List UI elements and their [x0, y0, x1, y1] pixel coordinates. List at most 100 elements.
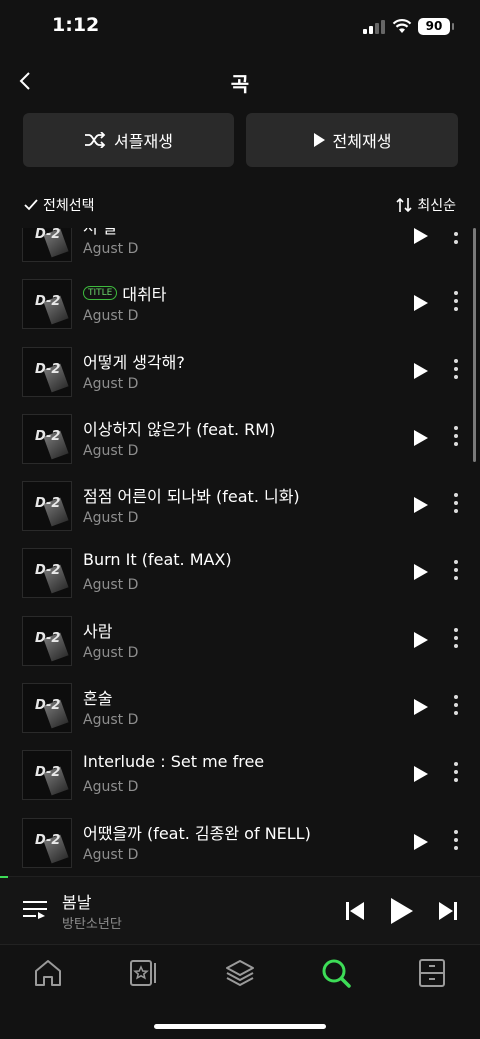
list-controls: 전체선택 최신순: [0, 195, 480, 219]
track-artist: Agust D: [83, 846, 139, 863]
track-title: 어떻게 생각해?: [83, 352, 185, 372]
track-artist: Agust D: [83, 241, 139, 257]
track-row[interactable]: D-2 사람 Agust D: [0, 610, 480, 677]
track-title-row: 혼술: [83, 685, 112, 709]
sort-label: 최신순: [417, 198, 456, 214]
play-all-button[interactable]: 전체재생: [246, 113, 458, 167]
track-title: 사람: [83, 621, 113, 641]
track-artist: Agust D: [83, 577, 139, 594]
sort-button[interactable]: 최신순: [396, 195, 456, 215]
album-art: D-2: [22, 615, 72, 666]
select-all-button[interactable]: 전체선택: [24, 195, 95, 215]
track-title-row: 어떻게 생각해?: [83, 349, 185, 373]
play-icon[interactable]: [413, 362, 429, 380]
layers-icon[interactable]: [224, 957, 256, 989]
track-row[interactable]: D-2 어떻게 생각해? Agust D: [0, 341, 480, 408]
play-icon[interactable]: [413, 563, 429, 581]
play-all-label: 전체재생: [332, 132, 392, 151]
album-art: D-2: [22, 683, 72, 734]
play-icon[interactable]: [413, 228, 429, 245]
track-artist: Agust D: [83, 510, 139, 527]
play-icon: [313, 133, 325, 147]
track-title-row: 저 팔: [83, 228, 118, 238]
album-art-label: D-2: [35, 630, 61, 646]
sort-icon: [396, 197, 412, 213]
album-art: D-2: [22, 413, 72, 464]
album-art-label: D-2: [35, 228, 61, 242]
album-art: D-2: [22, 548, 72, 599]
track-row[interactable]: D-2 어땠을까 (feat. 김종완 of NELL) Agust D: [0, 812, 480, 876]
play-icon[interactable]: [413, 631, 429, 649]
track-artist: Agust D: [83, 712, 139, 729]
track-row[interactable]: D-2 혼술 Agust D: [0, 677, 480, 744]
more-options-icon[interactable]: [451, 627, 461, 652]
track-title: Burn It (feat. MAX): [83, 550, 232, 570]
status-time: 1:12: [52, 14, 100, 36]
track-title: 어땠을까 (feat. 김종완 of NELL): [83, 823, 311, 843]
track-title: 대취타: [122, 285, 167, 305]
album-art-label: D-2: [35, 428, 61, 444]
playback-progress: [0, 876, 8, 878]
more-options-icon[interactable]: [451, 829, 461, 854]
more-options-icon[interactable]: [451, 358, 461, 383]
page-title: 곡: [230, 72, 250, 96]
play-icon[interactable]: [413, 698, 429, 716]
search-icon[interactable]: [320, 957, 352, 989]
track-list-viewport[interactable]: D-2 저 팔 Agust D D-2 TITLE 대취타 Agust D D-2 어떻게 생각…: [0, 228, 480, 876]
shuffle-play-label: 셔플재생: [114, 132, 173, 151]
more-options-icon[interactable]: [451, 291, 461, 315]
shuffle-icon: [85, 132, 106, 148]
next-track-icon[interactable]: [438, 901, 458, 921]
library-card-icon[interactable]: [128, 957, 160, 989]
track-row[interactable]: D-2 점점 어른이 되나봐 (feat. 니화) Agust D: [0, 475, 480, 542]
track-title-row: 어땠을까 (feat. 김종완 of NELL): [83, 820, 311, 844]
track-artist: Agust D: [83, 308, 139, 325]
track-artist: Agust D: [83, 644, 139, 661]
previous-track-icon[interactable]: [345, 901, 365, 921]
album-art-label: D-2: [35, 765, 61, 781]
shuffle-play-button[interactable]: 셔플재생: [23, 113, 234, 167]
header: 곡: [0, 60, 480, 104]
album-art: D-2: [22, 817, 72, 868]
track-title-row: 이상하지 않은가 (feat. RM): [83, 416, 275, 440]
track-artist: Agust D: [83, 442, 139, 459]
play-icon[interactable]: [413, 496, 429, 514]
mini-player[interactable]: 봄날 방탄소년단: [0, 876, 480, 944]
cellular-signal-icon: [363, 20, 385, 34]
album-art-label: D-2: [35, 294, 61, 310]
play-pause-icon[interactable]: [390, 897, 414, 925]
more-options-icon[interactable]: [451, 560, 461, 584]
now-playing-artist: 방탄소년단: [62, 917, 122, 932]
play-icon[interactable]: [413, 765, 429, 783]
select-all-label: 전체선택: [43, 198, 95, 214]
wifi-icon: [392, 19, 412, 33]
track-row[interactable]: D-2 Interlude : Set me free Agust D: [0, 744, 480, 811]
play-icon[interactable]: [413, 833, 429, 851]
track-row[interactable]: D-2 TITLE 대취타 Agust D: [0, 273, 480, 340]
track-title: 혼술: [83, 689, 113, 709]
track-artist: Agust D: [83, 779, 139, 796]
album-art-label: D-2: [35, 832, 61, 848]
track-title: 이상하지 않은가 (feat. RM): [83, 419, 276, 439]
home-icon[interactable]: [32, 957, 64, 989]
track-title-row: Interlude : Set me free: [83, 752, 264, 771]
playlist-queue-icon[interactable]: [22, 899, 48, 921]
track-row[interactable]: D-2 이상하지 않은가 (feat. RM) Agust D: [0, 408, 480, 475]
track-title-row: Burn It (feat. MAX): [83, 550, 232, 569]
track-row[interactable]: D-2 저 팔 Agust D: [0, 228, 480, 273]
track-row[interactable]: D-2 Burn It (feat. MAX) Agust D: [0, 542, 480, 609]
more-options-icon[interactable]: [451, 493, 461, 517]
more-options-icon[interactable]: [451, 762, 461, 786]
track-title-row: 사람: [83, 618, 112, 642]
storage-box-icon[interactable]: [416, 957, 448, 989]
track-title: Interlude : Set me free: [83, 752, 265, 772]
more-options-icon[interactable]: [451, 425, 461, 450]
more-options-icon[interactable]: [451, 695, 461, 719]
scrollbar[interactable]: [473, 228, 476, 462]
track-artist: Agust D: [83, 375, 139, 392]
play-icon[interactable]: [413, 294, 429, 312]
more-options-icon[interactable]: [451, 228, 461, 248]
album-art-label: D-2: [35, 563, 61, 579]
track-title-row: TITLE 대취타: [83, 281, 167, 305]
play-icon[interactable]: [413, 429, 429, 447]
